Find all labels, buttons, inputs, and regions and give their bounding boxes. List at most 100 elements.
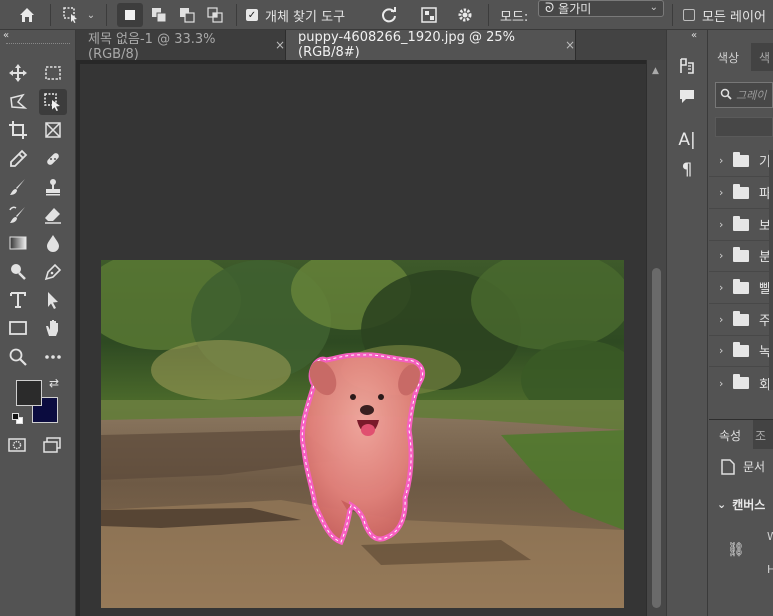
subtract-from-selection-icon[interactable]: [174, 0, 200, 30]
sample-all-layers-label: 모든 레이어: [702, 9, 766, 25]
eyedropper-tool-icon[interactable]: [4, 146, 32, 172]
swatch-folder[interactable]: › 주: [709, 304, 773, 336]
libraries-icon[interactable]: [675, 54, 699, 78]
add-to-selection-icon[interactable]: [146, 0, 172, 30]
brush-tool-icon[interactable]: [4, 174, 32, 200]
clone-stamp-tool-icon[interactable]: [39, 174, 67, 200]
gradient-tool-icon[interactable]: [4, 230, 32, 256]
chevron-right-icon: ›: [719, 249, 724, 262]
foreground-color-swatch[interactable]: [16, 380, 42, 406]
swatch-folder[interactable]: › 회: [709, 367, 773, 399]
chevron-right-icon: ›: [719, 344, 724, 357]
collapsed-panel-column: « A| ¶: [666, 30, 708, 616]
folder-icon: [733, 183, 749, 199]
quick-mask-icon[interactable]: [3, 432, 31, 458]
properties-tabs: 속성 조: [709, 419, 773, 450]
home-icon[interactable]: [14, 0, 40, 30]
canvas-section-header[interactable]: ⌄ 캔버스: [717, 496, 765, 513]
comments-icon[interactable]: [675, 84, 699, 108]
swap-colors-icon[interactable]: ⇄: [49, 376, 59, 390]
more-tools-icon[interactable]: [39, 344, 67, 370]
document-canvas-image[interactable]: [101, 260, 624, 608]
scroll-up-icon[interactable]: ▲: [652, 66, 659, 76]
zoom-tool-icon[interactable]: [4, 344, 32, 370]
rectangular-marquee-tool-icon[interactable]: [39, 60, 67, 86]
swatch-folder[interactable]: › 보: [709, 209, 773, 241]
folder-icon: [733, 374, 749, 389]
swatch-folder[interactable]: › 녹: [709, 335, 773, 367]
pen-tool-icon[interactable]: [39, 259, 67, 285]
document-icon: [721, 458, 735, 475]
history-brush-tool-icon[interactable]: [4, 202, 32, 228]
close-icon[interactable]: ×: [275, 38, 285, 52]
eraser-tool-icon[interactable]: [39, 202, 67, 228]
tab-label: 색: [759, 50, 771, 65]
scrollbar-thumb[interactable]: [652, 268, 661, 608]
object-finder-label: 개체 찾기 도구: [265, 9, 346, 25]
mode-select[interactable]: ᘐ 올가미 ⌄: [538, 0, 664, 17]
folder-icon: [733, 246, 749, 262]
mode-label-text: 모드:: [500, 9, 529, 25]
spot-healing-brush-icon[interactable]: [39, 146, 67, 172]
type-tool-icon[interactable]: [4, 287, 32, 313]
dog-selection: [299, 352, 426, 546]
tab-label: 속성: [719, 428, 742, 443]
close-icon[interactable]: ×: [565, 38, 575, 52]
tab-puppy-image[interactable]: puppy-4608266_1920.jpg @ 25% (RGB/8#) ×: [286, 30, 576, 60]
folder-icon: [733, 151, 749, 167]
dodge-tool-icon[interactable]: [4, 259, 32, 285]
canvas-section-label: 캔버스: [732, 498, 766, 512]
tab-swatches[interactable]: 색: [751, 43, 773, 71]
tab-color[interactable]: 색상: [709, 43, 751, 71]
document-label: 문서: [743, 460, 766, 474]
chevron-down-icon: ⌄: [649, 2, 658, 13]
gear-icon[interactable]: [452, 0, 478, 30]
folder-icon: [733, 215, 749, 231]
collapse-panel-icon[interactable]: «: [3, 30, 9, 41]
default-colors-icon[interactable]: [12, 413, 24, 425]
paragraph-panel-icon[interactable]: ¶: [675, 158, 699, 182]
swatches-scrollbar[interactable]: [769, 150, 773, 390]
object-finder-toggle[interactable]: ✓ 개체 찾기 도구: [246, 0, 345, 30]
swatch-folder[interactable]: › 파: [709, 177, 773, 209]
chevron-down-icon[interactable]: ⌄: [84, 0, 98, 30]
frame-tool-icon[interactable]: [39, 117, 67, 143]
blur-tool-icon[interactable]: [39, 230, 67, 256]
refresh-icon[interactable]: [376, 0, 402, 30]
rectangle-tool-icon[interactable]: [4, 315, 32, 341]
swatch-search-input[interactable]: 그레이: [715, 82, 773, 108]
canvas-vertical-scrollbar[interactable]: ▲: [646, 60, 666, 616]
mode-select-value: 올가미: [558, 2, 592, 16]
character-panel-icon[interactable]: A|: [675, 128, 699, 152]
tab-properties[interactable]: 속성: [709, 420, 753, 450]
chevron-down-icon: ⌄: [717, 498, 727, 511]
object-finder-checkbox[interactable]: ✓: [246, 9, 258, 21]
screen-mode-icon[interactable]: [38, 432, 66, 458]
folder-icon: [733, 278, 749, 294]
intersect-selection-icon[interactable]: [202, 0, 228, 30]
swatch-folder[interactable]: › 빨: [709, 272, 773, 304]
panel-grip[interactable]: [6, 43, 70, 47]
hand-tool-icon[interactable]: [39, 315, 67, 341]
path-selection-tool-icon[interactable]: [39, 287, 67, 313]
collapse-panel-icon[interactable]: «: [691, 30, 697, 41]
object-selection-tool-icon[interactable]: [39, 89, 67, 115]
tab-untitled-1[interactable]: 제목 없음-1 @ 33.3% (RGB/8) ×: [76, 30, 286, 62]
swatch-folder[interactable]: › 분: [709, 240, 773, 272]
object-selection-tool-preset-icon[interactable]: [60, 0, 82, 30]
link-dimensions-icon[interactable]: ⛓: [727, 542, 745, 558]
tab-label: 조: [755, 428, 767, 443]
color-swatches-tabs: 색상 색: [709, 43, 773, 71]
new-selection-icon[interactable]: [117, 3, 143, 27]
sample-all-layers-toggle[interactable]: 모든 레이어: [683, 0, 766, 30]
swatch-folder[interactable]: › 기: [709, 145, 773, 177]
lasso-tool-icon[interactable]: [4, 89, 32, 115]
sample-all-layers-checkbox[interactable]: [683, 9, 695, 21]
folder-icon: [733, 310, 749, 326]
show-all-objects-icon[interactable]: [416, 0, 442, 30]
crop-tool-icon[interactable]: [4, 117, 32, 143]
move-tool-icon[interactable]: [4, 60, 32, 86]
tab-label: 제목 없음-1 @ 33.3% (RGB/8): [88, 32, 216, 62]
separator: [488, 4, 489, 26]
tab-adjustments[interactable]: 조: [755, 420, 773, 450]
